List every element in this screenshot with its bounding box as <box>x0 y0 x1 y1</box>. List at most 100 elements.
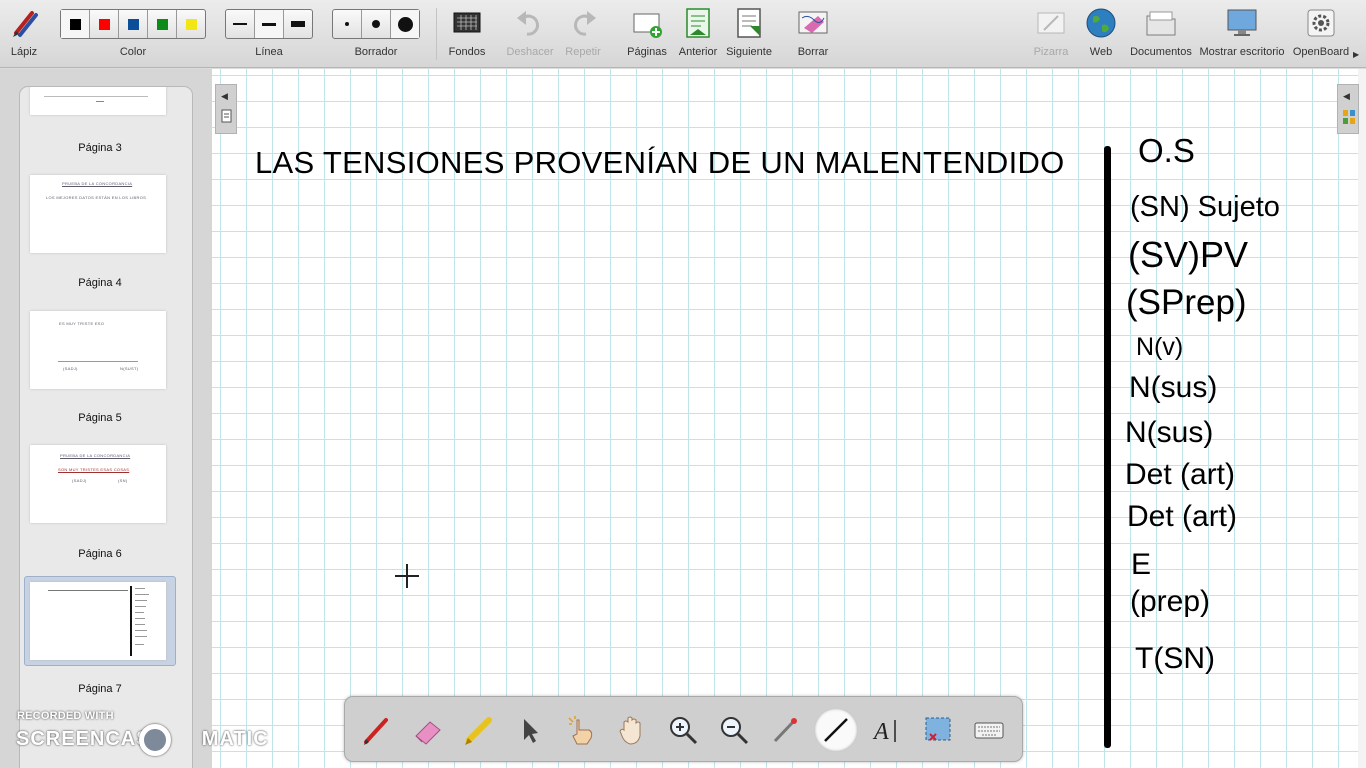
virtual-keyboard-tool[interactable] <box>967 708 1011 752</box>
zoom-in-tool[interactable] <box>661 708 705 752</box>
backgrounds-icon <box>453 12 481 33</box>
eraser-tool[interactable] <box>406 708 450 752</box>
main-toolbar: Lápiz Color Línea Borrador Fondos Deshac… <box>0 0 1366 68</box>
select-tool[interactable] <box>508 708 552 752</box>
undo-button[interactable]: Deshacer <box>504 0 556 68</box>
laser-pointer-icon <box>773 718 797 743</box>
clear-label: Borrar <box>797 46 829 58</box>
thumb7-mark <box>135 588 145 589</box>
arrow-cursor-icon <box>524 719 538 743</box>
documents-button[interactable]: Documentos <box>1128 0 1194 68</box>
redo-icon <box>574 11 596 36</box>
annotation-nsus-2[interactable]: N(sus) <box>1125 416 1213 450</box>
screen-capture-icon <box>925 717 951 741</box>
color-group: Color <box>60 0 206 68</box>
openboard-menu-button[interactable]: OpenBoard <box>1290 0 1352 68</box>
undo-label: Deshacer <box>506 46 554 58</box>
page-thumbnail-5[interactable]: ES MUY TRISTE ESO (SADJ) N(SUST) <box>30 311 166 389</box>
capture-tool[interactable] <box>916 708 960 752</box>
show-desktop-button[interactable]: Mostrar escritorio <box>1198 0 1286 68</box>
next-page-icon <box>737 8 761 38</box>
web-button[interactable]: Web <box>1080 0 1122 68</box>
previous-page-button[interactable]: Anterior <box>676 0 720 68</box>
sentence-text[interactable]: LAS TENSIONES PROVENÍAN DE UN MALENTENDI… <box>255 145 1065 181</box>
thumb4-line: LOS MEJORES DATOS ESTÁN EN LOS LIBROS <box>46 195 147 200</box>
zoom-out-icon <box>721 717 749 745</box>
thumb7-mark <box>135 600 147 601</box>
clear-page-button[interactable]: Borrar <box>792 0 834 68</box>
previous-label: Anterior <box>678 46 718 58</box>
thumb5-right: N(SUST) <box>120 366 139 371</box>
thumb5-title: ES MUY TRISTE ESO <box>59 321 105 326</box>
line-label: Línea <box>255 46 283 58</box>
page-label-7: Página 7 <box>78 683 122 695</box>
globe-icon <box>1086 8 1116 38</box>
page-stack-icon <box>221 109 232 123</box>
pages-label: Páginas <box>627 46 667 58</box>
openboard-label: OpenBoard <box>1292 46 1350 58</box>
page-thumbnail-3[interactable] <box>30 87 166 115</box>
laser-pointer-tool[interactable] <box>763 708 807 752</box>
toolbar-overflow-arrow[interactable]: ▶ <box>1353 50 1359 59</box>
eraser-label: Borrador <box>354 46 398 58</box>
redo-button[interactable]: Repetir <box>560 0 606 68</box>
annotation-det-2[interactable]: Det (art) <box>1127 500 1237 534</box>
backgrounds-button[interactable]: Fondos <box>442 0 492 68</box>
eraser-group: Borrador <box>332 0 420 68</box>
page-label-3: Página 3 <box>78 142 122 154</box>
annotation-tsn[interactable]: T(SN) <box>1135 642 1215 676</box>
line-tool[interactable] <box>814 708 858 752</box>
pen-label: Lápiz <box>10 46 38 58</box>
highlighter-tool[interactable] <box>457 708 501 752</box>
annotation-det-1[interactable]: Det (art) <box>1125 458 1235 492</box>
thumb7-mark <box>135 644 144 645</box>
redo-label: Repetir <box>565 46 601 58</box>
annotation-nv[interactable]: N(v) <box>1136 333 1183 362</box>
whiteboard-canvas[interactable]: ◀ LAS TENSIONES PROVENÍAN DE UN MALENTEN… <box>212 69 1366 768</box>
pages-button[interactable]: Páginas <box>624 0 670 68</box>
hand-pan-tool[interactable] <box>610 708 654 752</box>
text-tool[interactable]: A <box>865 708 909 752</box>
previous-page-icon <box>686 8 710 38</box>
left-panel-toggle[interactable]: ◀ <box>215 84 237 134</box>
pen-icon <box>13 11 38 37</box>
handwritten-divider-line[interactable] <box>1104 146 1111 748</box>
thumb-line <box>44 96 148 97</box>
line-icon <box>824 718 848 742</box>
toolbar-divider <box>436 8 437 60</box>
annotation-sprep[interactable]: (SPrep) <box>1126 283 1247 323</box>
thumb6-line: SON MUY TRISTES ESAS COSAS <box>58 467 130 472</box>
svg-text:A: A <box>872 719 889 745</box>
thumb7-mark <box>135 618 145 619</box>
eraser-icon <box>415 721 441 745</box>
page-thumbnail-6[interactable]: PRUEBA DE LA CONCORDANCIA SON MUY TRISTE… <box>30 445 166 523</box>
pages-panel: Página 3 PRUEBA DE LA CONCORDANCIA LOS M… <box>0 69 212 768</box>
page-thumbnail-4[interactable]: PRUEBA DE LA CONCORDANCIA LOS MEJORES DA… <box>30 175 166 253</box>
thumb6-right: (SN) <box>118 478 128 483</box>
zoom-in-icon <box>670 717 698 745</box>
collapse-right-icon: ◀ <box>1343 91 1350 101</box>
pen-tool-button[interactable]: Lápiz <box>4 0 44 68</box>
board-mode-button[interactable]: Pizarra <box>1030 0 1072 68</box>
highlighter-icon <box>465 717 492 745</box>
thumb-mark <box>96 101 104 102</box>
thumb5-left: (SADJ) <box>63 366 78 371</box>
right-panel-toggle[interactable]: ◀ <box>1337 84 1359 134</box>
pen-tool[interactable] <box>355 708 399 752</box>
annotation-e[interactable]: E <box>1131 548 1151 582</box>
annotation-os[interactable]: O.S <box>1138 132 1195 170</box>
thumb7-title-line <box>48 590 128 591</box>
page-label-6: Página 6 <box>78 548 122 560</box>
page-thumbnail-7[interactable] <box>30 582 166 660</box>
interact-tool[interactable] <box>559 708 603 752</box>
annotation-pv[interactable]: (SV)PV <box>1128 234 1248 276</box>
collapse-left-icon: ◀ <box>221 91 228 101</box>
annotation-nsus-1[interactable]: N(sus) <box>1129 371 1217 405</box>
zoom-out-tool[interactable] <box>712 708 756 752</box>
next-page-button[interactable]: Siguiente <box>724 0 774 68</box>
pointing-hand-icon <box>568 716 593 745</box>
annotation-sujeto[interactable]: (SN) Sujeto <box>1130 191 1280 224</box>
thumb7-mark <box>135 612 144 613</box>
annotation-prep[interactable]: (prep) <box>1130 585 1210 619</box>
show-desktop-label: Mostrar escritorio <box>1199 46 1285 58</box>
